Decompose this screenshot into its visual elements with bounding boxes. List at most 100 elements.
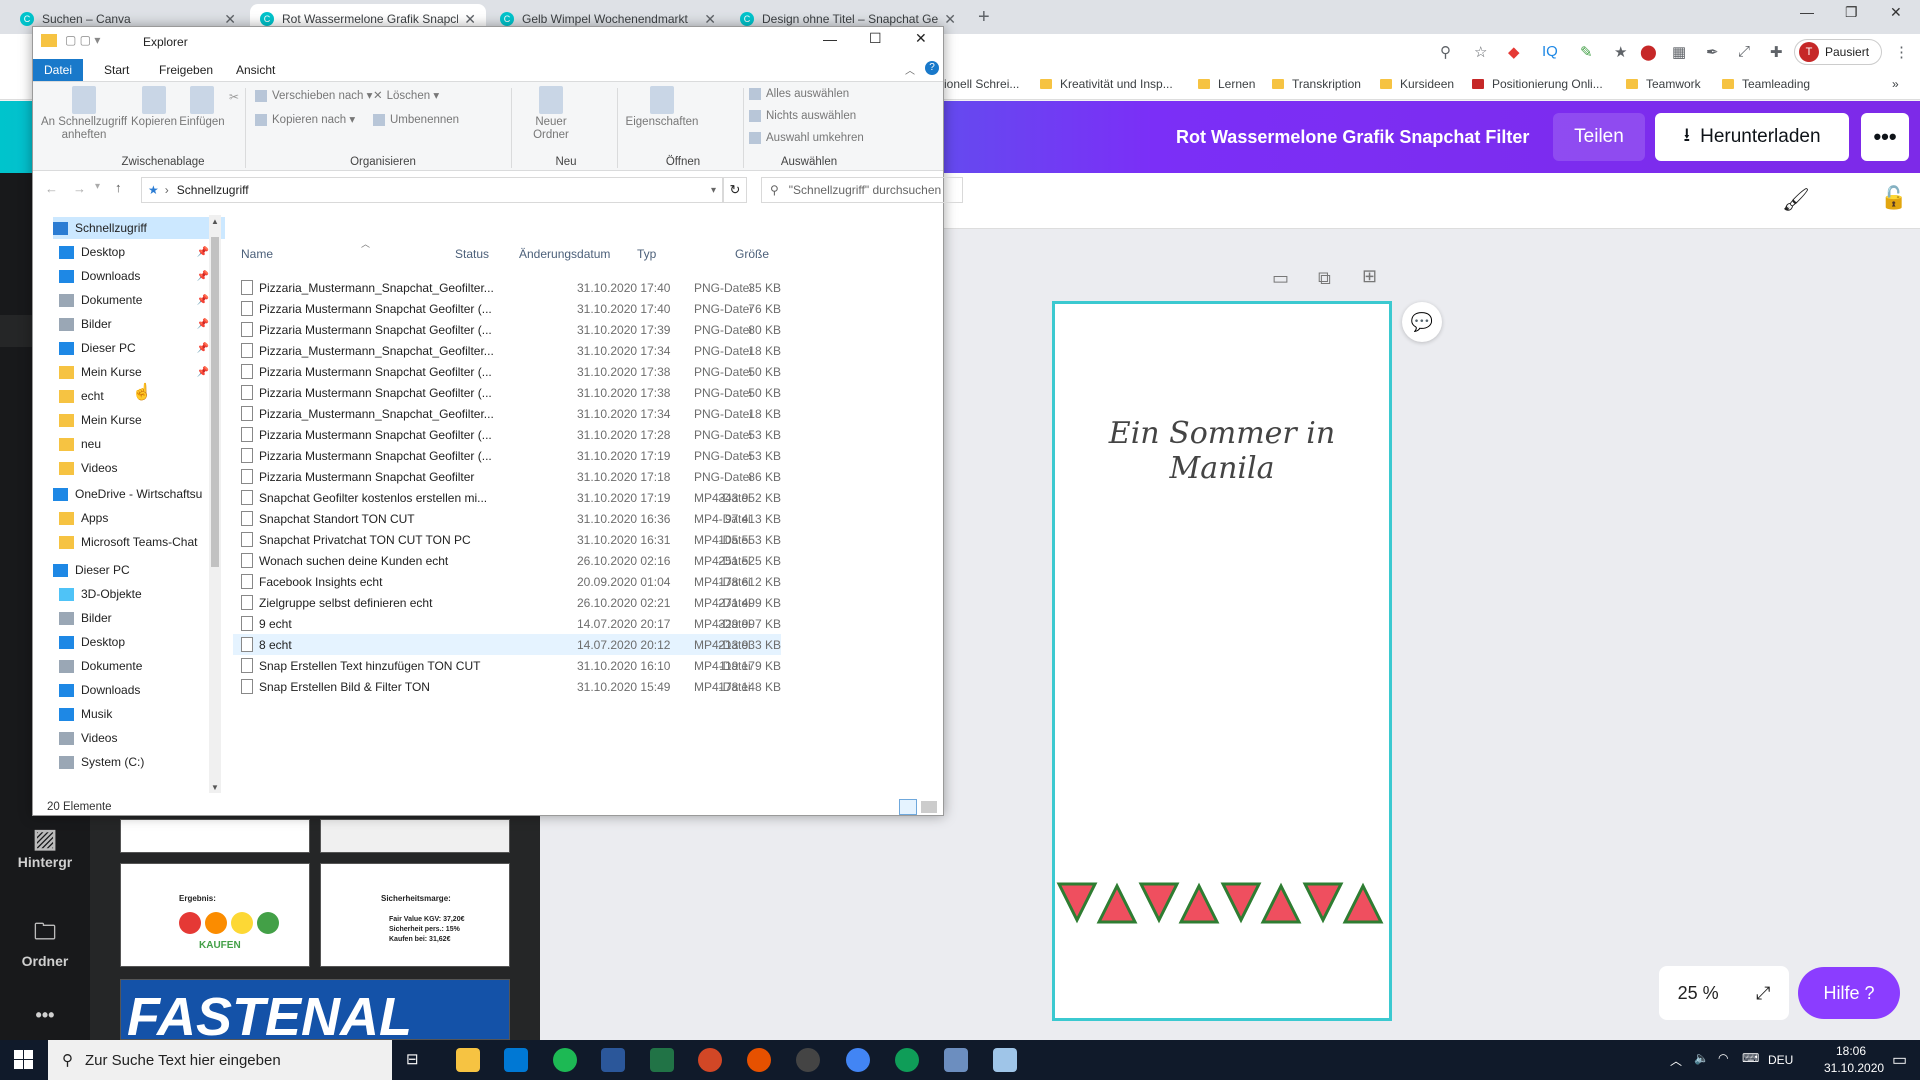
column-header-name[interactable]: Name (241, 247, 273, 261)
close-tab-icon[interactable]: ✕ (944, 11, 956, 28)
minimize-icon[interactable]: — (1800, 4, 1814, 20)
more-bookmarks-icon[interactable]: » (1892, 77, 1899, 91)
comment-icon[interactable]: 💬 (1402, 302, 1442, 342)
scroll-up-icon[interactable]: ▲ (211, 217, 219, 226)
chrome-menu-icon[interactable]: ⋮ (1894, 43, 1909, 61)
task-view-icon[interactable]: ⊟ (406, 1050, 419, 1068)
more-dots-icon[interactable]: ••• (0, 1005, 90, 1026)
forward-icon[interactable]: → (73, 181, 86, 196)
network-icon[interactable]: ◠ (1718, 1051, 1728, 1065)
nav-item[interactable]: Downloads 📌 (59, 265, 225, 287)
file-row[interactable]: Pizzaria Mustermann Snapchat Geofilter (… (233, 424, 781, 445)
nav-item[interactable]: Videos (59, 457, 225, 479)
keyboard-icon[interactable]: ⌨ (1742, 1051, 1759, 1065)
collapse-ribbon-icon[interactable]: ︿ (905, 62, 915, 77)
back-icon[interactable]: ← (45, 181, 58, 196)
new-folder-button[interactable]: Neuer Ordner (521, 86, 581, 142)
extension-icon[interactable]: ★ (1614, 43, 1627, 61)
volume-icon[interactable]: 🔈 (1694, 1051, 1709, 1065)
help-button[interactable]: Hilfe ? (1798, 967, 1900, 1019)
nav-item[interactable]: Videos (59, 727, 225, 749)
restore-icon[interactable]: ❐ (1845, 4, 1858, 21)
bookmark-item[interactable]: ionell Schrei... (944, 77, 1019, 91)
notifications-icon[interactable]: ▭ (1892, 1050, 1907, 1070)
file-row[interactable]: Facebook Insights echt 20.09.2020 01:04 MP… (233, 571, 781, 592)
zoom-control[interactable]: 25 % ⤢ (1659, 966, 1789, 1020)
nav-item[interactable]: Downloads (59, 679, 225, 701)
refresh-button[interactable]: ↻ (723, 177, 747, 203)
bookmark-item[interactable]: Positionierung Onli... (1472, 77, 1603, 91)
nav-item[interactable]: Apps (59, 507, 225, 529)
details-view-icon[interactable] (899, 799, 917, 815)
download-button[interactable]: ⭳ Herunterladen (1655, 113, 1849, 161)
app-taskbar-icon[interactable] (993, 1048, 1017, 1072)
pin-quick-access-button[interactable]: An Schnellzugriff anheften (39, 86, 129, 142)
tray-chevron-icon[interactable]: ︿ (1670, 1052, 1682, 1069)
chevron-down-icon[interactable]: ▾ (711, 185, 716, 196)
search-input[interactable]: ⚲ "Schnellzugriff" durchsuchen (761, 177, 963, 203)
nav-item[interactable]: Dieser PC (53, 559, 225, 581)
nav-item[interactable]: Dokumente (59, 655, 225, 677)
upload-thumbnail[interactable] (320, 819, 510, 853)
app-taskbar-icon[interactable] (747, 1048, 771, 1072)
new-tab-button[interactable]: + (978, 6, 990, 29)
bookmark-star-icon[interactable]: ☆ (1474, 43, 1487, 61)
file-row[interactable]: Snap Erstellen Text hinzufügen TON CUT 31… (233, 655, 781, 676)
zoom-icon[interactable]: ⚲ (1440, 43, 1451, 61)
more-options-button[interactable]: ••• (1861, 113, 1909, 161)
add-page-icon[interactable]: ⊞ (1362, 266, 1377, 287)
maximize-icon[interactable]: ☐ (869, 30, 882, 47)
close-window-icon[interactable]: ✕ (915, 30, 927, 47)
file-row[interactable]: Pizzaria_Mustermann_Snapchat_Geofilter..… (233, 403, 781, 424)
file-row[interactable]: 9 echt 14.07.2020 20:17 MP4-Datei 329 997 K… (233, 613, 781, 634)
tab-freigeben[interactable]: Freigeben (148, 59, 224, 81)
close-tab-icon[interactable]: ✕ (464, 11, 476, 28)
edge-taskbar-icon[interactable] (895, 1048, 919, 1072)
nav-item[interactable]: 3D-Objekte (59, 583, 225, 605)
rename-button[interactable]: Umbenennen (373, 114, 459, 127)
upload-thumbnail-kaufen[interactable]: Ergebnis: KAUFEN (120, 863, 310, 967)
upload-thumbnail[interactable] (120, 819, 310, 853)
word-taskbar-icon[interactable] (601, 1048, 625, 1072)
invert-selection-button[interactable]: Auswahl umkehren (749, 132, 864, 145)
adblock-icon[interactable]: ⬤ (1640, 43, 1657, 61)
duplicate-page-icon[interactable]: ⧉ (1318, 268, 1331, 289)
file-row[interactable]: Pizzaria Mustermann Snapchat Geofilter (… (233, 382, 781, 403)
bookmark-item[interactable]: Lernen (1198, 77, 1255, 91)
select-all-button[interactable]: Alles auswählen (749, 88, 849, 101)
nav-item[interactable]: Bilder (59, 607, 225, 629)
profile-button[interactable]: T Pausiert (1794, 39, 1882, 65)
nav-item[interactable]: Mein Kurse (59, 409, 225, 431)
bookmark-item[interactable]: Kreativität und Insp... (1040, 77, 1173, 91)
nav-item[interactable]: System (C:) (59, 751, 225, 773)
nav-item[interactable]: Dokumente 📌 (59, 289, 225, 311)
nav-item[interactable]: Musik (59, 703, 225, 725)
close-tab-icon[interactable]: ✕ (704, 11, 716, 28)
nav-item[interactable]: Dieser PC 📌 (59, 337, 225, 359)
paste-button[interactable]: Einfügen (179, 86, 225, 129)
nav-item[interactable]: Desktop (59, 631, 225, 653)
bookmark-item[interactable]: Transkription (1272, 77, 1361, 91)
file-row[interactable]: Pizzaria Mustermann Snapchat Geofilter (… (233, 361, 781, 382)
design-page[interactable]: Ein Sommer in Manila (1052, 301, 1392, 1021)
sidebar-item-folder[interactable]: 🗀 Ordner (0, 915, 90, 969)
design-title[interactable]: Rot Wassermelone Grafik Snapchat Filter (1176, 127, 1529, 148)
extension-iq-icon[interactable]: IQ (1542, 43, 1558, 60)
app-taskbar-icon[interactable] (944, 1048, 968, 1072)
clock-date[interactable]: 31.10.2020 (1824, 1061, 1884, 1075)
extension-icon[interactable]: ◆ (1508, 43, 1520, 61)
column-header-size[interactable]: Größe (735, 247, 769, 261)
file-row[interactable]: Snapchat Privatchat TON CUT TON PC 31.10.… (233, 529, 781, 550)
chrome-taskbar-icon[interactable] (846, 1048, 870, 1072)
file-row[interactable]: Pizzaria Mustermann Snapchat Geofilter (… (233, 319, 781, 340)
column-header-date[interactable]: Änderungsdatum (519, 247, 610, 261)
excel-taskbar-icon[interactable] (650, 1048, 674, 1072)
upload-thumbnail-sicherheit[interactable]: Sicherheitsmarge: Fair Value KGV: 37,20€… (320, 863, 510, 967)
file-row[interactable]: Pizzaria Mustermann Snapchat Geofilter (… (233, 445, 781, 466)
nav-item[interactable]: OneDrive - Wirtschaftsu (53, 483, 225, 505)
file-row[interactable]: Zielgruppe selbst definieren echt 26.10.2… (233, 592, 781, 613)
delete-button[interactable]: ✕ Löschen ▾ (373, 90, 439, 103)
extension-icon[interactable]: ✎ (1580, 43, 1593, 61)
move-to-button[interactable]: Verschieben nach ▾ (255, 90, 372, 103)
properties-button[interactable]: Eigenschaften (623, 86, 701, 129)
